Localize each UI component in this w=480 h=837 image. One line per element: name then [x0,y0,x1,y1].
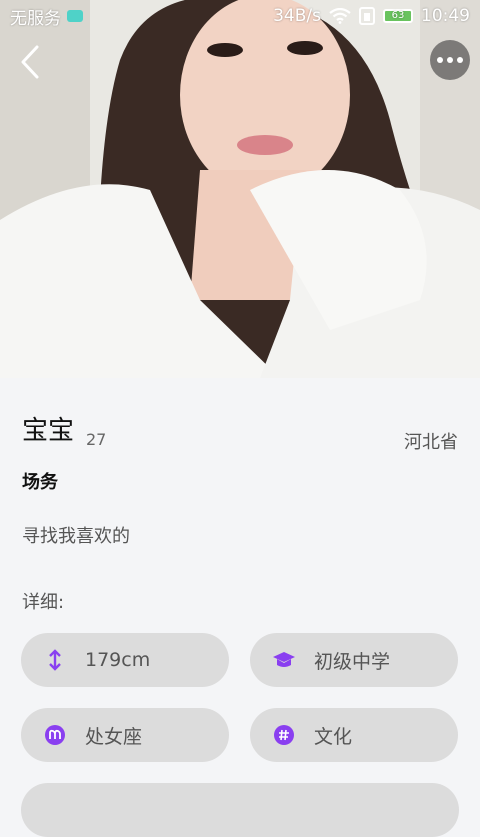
graduation-cap-icon [272,648,296,672]
battery-icon: 63 [383,9,413,23]
back-button[interactable] [8,40,52,84]
details-label: 详细: [22,592,65,613]
profile-name: 宝宝 [22,416,75,446]
chevron-left-icon [21,45,39,79]
zodiac-virgo-icon [43,723,67,747]
clock: 10:49 [421,6,470,26]
detail-more [21,783,459,837]
profile-age: 27 [86,430,107,449]
detail-zodiac: 处女座 [21,708,229,762]
detail-zodiac-value: 处女座 [85,725,143,748]
detail-education: 初级中学 [250,633,458,687]
detail-education-value: 初级中学 [314,650,391,673]
more-dots-icon [437,57,443,63]
network-speed: 34B/s [273,6,321,26]
carrier-label: 无服务 [10,8,61,29]
hashtag-icon [272,723,296,747]
profile-signature: 寻找我喜欢的 [22,526,130,547]
profile-location: 河北省 [404,432,458,453]
status-bar: 无服务 34B/s 63 10:49 [0,0,480,32]
profile-occupation: 场务 [22,472,58,493]
detail-height: 179cm [21,633,229,687]
photo-illustration [0,0,480,378]
height-icon [43,648,67,672]
more-options-button[interactable] [430,40,470,80]
detail-tag: 文化 [250,708,458,762]
sim-card-icon [67,10,83,22]
detail-height-value: 179cm [85,649,151,671]
detail-tag-value: 文化 [314,725,353,748]
sim-slot-icon [359,7,375,25]
more-dot [447,57,453,63]
more-dot [457,57,463,63]
wifi-icon [329,8,351,24]
profile-photo: 无服务 34B/s 63 10:49 [0,0,480,378]
profile-info: 宝宝 27 河北省 场务 寻找我喜欢的 详细: 179cm 初级中学 处女座 文… [0,378,480,837]
